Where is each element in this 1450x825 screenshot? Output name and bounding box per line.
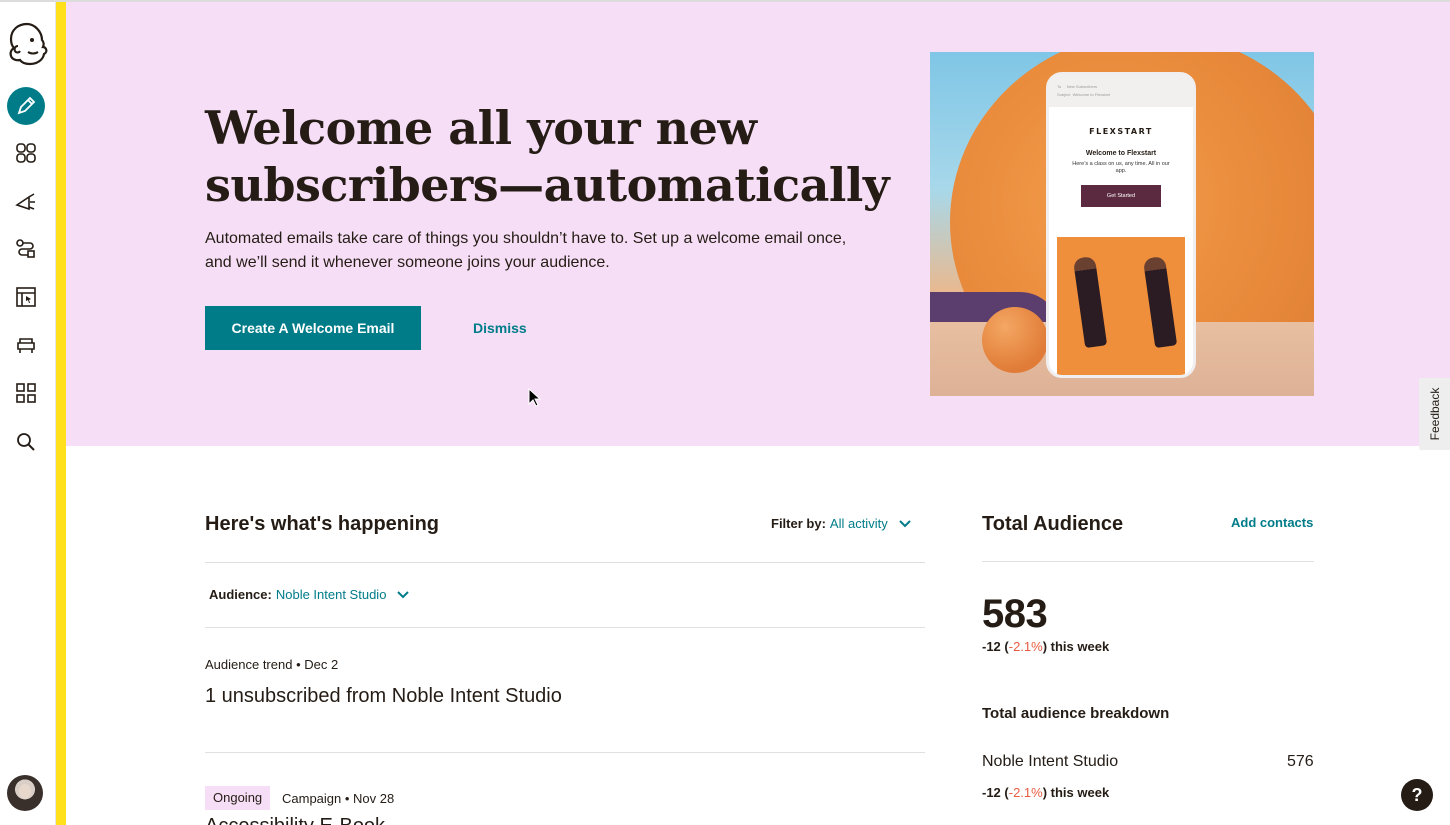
audience-selector[interactable]: Audience: Noble Intent Studio [209, 587, 410, 602]
orange-ball-shape [982, 307, 1048, 373]
activity-item-title[interactable]: 1 unsubscribed from Noble Intent Studio [205, 685, 562, 708]
dismiss-button[interactable]: Dismiss [456, 306, 544, 350]
total-audience-title: Total Audience [982, 513, 1124, 535]
chevron-down-icon[interactable] [898, 517, 912, 531]
brand-accent-bar [56, 0, 66, 825]
preview-brand: FLEXSTART [1089, 127, 1153, 136]
sidebar [0, 0, 56, 825]
create-pencil-icon[interactable] [7, 87, 45, 125]
preview-runners-photo [1057, 237, 1185, 375]
banner-illustration: To New Subscribers Subject Welcome to Fl… [930, 52, 1314, 396]
status-badge: Ongoing [205, 786, 271, 810]
mouse-cursor-icon [528, 388, 542, 407]
welcome-banner: Welcome all your new subscribers—automat… [66, 2, 1450, 446]
audience-icon[interactable] [8, 135, 44, 171]
content-studio-icon[interactable] [8, 327, 44, 363]
feedback-tab[interactable]: Feedback [1419, 378, 1450, 450]
add-contacts-link[interactable]: Add contacts [1231, 515, 1313, 530]
divider [205, 562, 925, 563]
activity-item-title[interactable]: Accessibility E-Book [205, 815, 385, 825]
phone-email-preview: To New Subscribers Subject Welcome to Fl… [1046, 72, 1196, 378]
preview-body: Here’s a class on us, any time. All in o… [1072, 161, 1170, 174]
breakdown-audience-name[interactable]: Noble Intent Studio [982, 753, 1118, 771]
website-icon[interactable] [8, 279, 44, 315]
breakdown-title: Total audience breakdown [982, 705, 1170, 722]
activity-item-meta: Campaign • Nov 28 [282, 791, 395, 806]
activity-item-meta: Audience trend • Dec 2 [205, 657, 339, 672]
divider [205, 627, 925, 628]
filter-label: Filter by: [771, 516, 826, 531]
mailchimp-logo-icon[interactable] [4, 20, 50, 66]
campaigns-megaphone-icon[interactable] [8, 183, 44, 219]
breakdown-audience-count: 576 [1287, 753, 1314, 770]
filter-value[interactable]: All activity [830, 516, 888, 531]
audience-total-count: 583 [982, 592, 1048, 636]
activity-filter[interactable]: Filter by: All activity [771, 516, 912, 531]
activity-title: Here's what's happening [205, 513, 440, 535]
chevron-down-icon[interactable] [396, 588, 410, 602]
audience-value[interactable]: Noble Intent Studio [276, 587, 387, 602]
automations-icon[interactable] [8, 231, 44, 267]
integrations-grid-icon[interactable] [8, 375, 44, 411]
help-button[interactable]: ? [1401, 779, 1433, 811]
user-avatar[interactable] [7, 775, 43, 811]
preview-heading: Welcome to Flexstart [1085, 150, 1157, 157]
create-welcome-email-button[interactable]: Create A Welcome Email [205, 306, 421, 350]
banner-description: Automated emails take care of things you… [205, 230, 847, 271]
banner-title: Welcome all your new subscribers—automat… [205, 101, 890, 212]
divider [982, 561, 1314, 562]
divider [205, 752, 925, 753]
audience-label: Audience: [209, 587, 272, 602]
audience-weekly-change: -12 (-2.1%) this week [982, 639, 1110, 654]
search-icon[interactable] [8, 424, 44, 460]
preview-get-started-button: Get Started [1081, 185, 1161, 207]
breakdown-weekly-change: -12 (-2.1%) this week [982, 785, 1110, 800]
